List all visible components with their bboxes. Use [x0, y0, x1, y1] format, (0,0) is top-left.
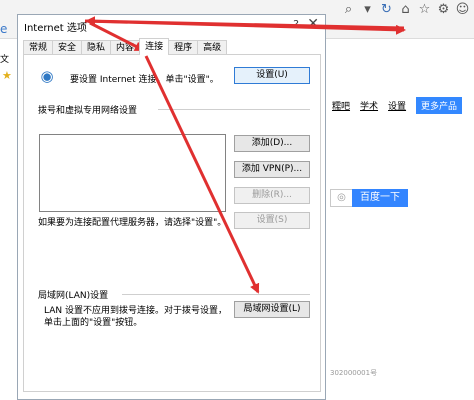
settings-button[interactable]: 设置(S)	[234, 212, 310, 229]
favorites-star-icon[interactable]: ☆	[417, 2, 432, 17]
group-divider	[122, 294, 310, 295]
lan-group-label: 局域网(LAN)设置	[38, 291, 109, 301]
dialog-title-bar[interactable]: Internet 选项 ? ✕	[18, 15, 325, 37]
help-icon[interactable]: ?	[293, 18, 299, 31]
tab-general[interactable]: 常规	[23, 40, 54, 55]
setup-instruction: 要设置 Internet 连接，单击"设置"。	[70, 75, 219, 85]
tab-security[interactable]: 安全	[52, 40, 83, 55]
search-icon[interactable]: ⌕	[341, 2, 356, 17]
delete-button[interactable]: 删除(R)...	[234, 187, 310, 204]
globe-network-icon: ◉	[40, 67, 54, 85]
nav-link[interactable]: 设置	[388, 99, 406, 112]
add-vpn-button[interactable]: 添加 VPN(P)...	[234, 161, 310, 178]
proxy-instruction: 如果要为连接配置代理服务器，请选择"设置"。	[38, 218, 227, 228]
tab-content[interactable]: 内容	[110, 40, 141, 55]
browser-menu-file[interactable]: 文	[0, 52, 16, 65]
tab-privacy[interactable]: 隐私	[81, 40, 112, 55]
smiley-icon[interactable]: ☺	[455, 2, 470, 17]
footer-icp-text: 302000001号	[330, 369, 378, 377]
favorites-bar-icon[interactable]: ★	[2, 69, 12, 82]
nav-link[interactable]: 学术	[360, 99, 378, 112]
camera-icon[interactable]: ◎	[330, 189, 352, 207]
internet-options-dialog: Internet 选项 ? ✕ 常规 安全 隐私 内容 连接 程序 高级 ◉ 要…	[17, 14, 326, 400]
tab-advanced[interactable]: 高级	[197, 40, 228, 55]
more-products-button[interactable]: 更多产品	[416, 97, 463, 114]
lan-instruction: LAN 设置不应用到拨号连接。对于拨号设置，单击上面的"设置"按钮。	[44, 306, 227, 328]
refresh-icon[interactable]: ↻	[379, 2, 394, 17]
home-icon[interactable]: ⌂	[398, 2, 413, 17]
group-divider	[158, 109, 310, 110]
nav-link[interactable]: 糯吧	[332, 99, 350, 112]
dialup-connection-list[interactable]	[39, 134, 226, 212]
lan-settings-button[interactable]: 局域网设置(L)	[234, 301, 310, 318]
dialup-group-label: 拨号和虚拟专用网络设置	[38, 106, 138, 116]
gear-icon[interactable]: ⚙	[436, 2, 451, 17]
tab-connections[interactable]: 连接	[139, 38, 170, 55]
baidu-search-button[interactable]: 百度一下	[352, 189, 408, 207]
close-icon[interactable]: ✕	[307, 16, 319, 32]
dialog-tabs: 常规 安全 隐私 内容 连接 程序 高级	[23, 38, 228, 55]
dropdown-icon[interactable]: ▾	[360, 2, 375, 17]
dialog-title: Internet 选项	[24, 23, 87, 34]
ie-logo-icon: e	[0, 22, 8, 36]
baidu-top-nav: 糯吧 学术 设置 更多产品	[332, 97, 463, 114]
browser-toolbar-icons: ⌕ ▾ ↻ ⌂ ☆ ⚙ ☺	[341, 2, 470, 17]
add-button[interactable]: 添加(D)...	[234, 135, 310, 152]
tab-programs[interactable]: 程序	[168, 40, 199, 55]
connections-panel: ◉ 要设置 Internet 连接，单击"设置"。 设置(U) 拨号和虚拟专用网…	[23, 54, 321, 392]
setup-button[interactable]: 设置(U)	[234, 67, 310, 84]
